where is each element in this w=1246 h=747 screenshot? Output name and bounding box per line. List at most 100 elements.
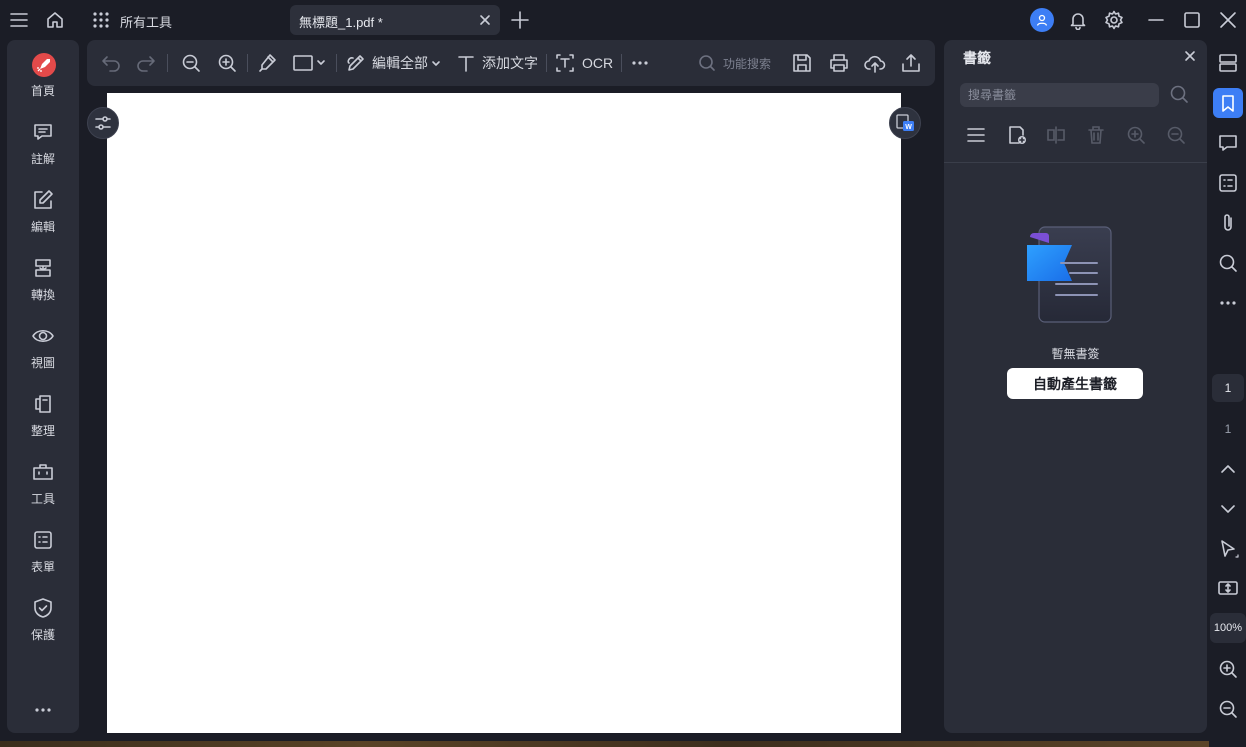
feature-search-label: 功能搜索	[723, 56, 772, 71]
nav-home[interactable]: 首頁	[7, 46, 79, 106]
comments-icon[interactable]	[1213, 128, 1243, 158]
comment-icon	[31, 120, 55, 144]
bookmark-list-icon[interactable]	[965, 124, 987, 146]
new-tab-icon[interactable]	[508, 8, 532, 32]
organize-icon	[31, 392, 55, 416]
fit-page-icon[interactable]	[1213, 574, 1243, 604]
nav-label: 工具	[30, 492, 55, 506]
next-page-icon[interactable]	[1213, 494, 1243, 524]
form-icon	[31, 528, 55, 552]
search-icon[interactable]	[1213, 248, 1243, 278]
more-dots-icon[interactable]	[1213, 288, 1243, 318]
form-fields-icon[interactable]	[1213, 168, 1243, 198]
nav-label: 保護	[30, 628, 55, 642]
panel-divider	[944, 162, 1207, 163]
total-pages: 1	[1224, 422, 1232, 436]
home-icon[interactable]	[43, 8, 67, 32]
nav-organize[interactable]: 整理	[7, 386, 79, 446]
toolbar-divider	[546, 54, 547, 72]
settings-gear-icon[interactable]	[1102, 8, 1126, 32]
close-panel-icon[interactable]	[1183, 49, 1197, 63]
zoom-level[interactable]: 100%	[1210, 613, 1246, 643]
toolbar-divider	[167, 54, 168, 72]
toolbar-divider	[247, 54, 248, 72]
shape-rectangle-dropdown[interactable]	[292, 51, 328, 75]
nav-tools[interactable]: 工具	[7, 454, 79, 514]
delete-bookmark-icon[interactable]	[1085, 124, 1107, 146]
add-text-button[interactable]: 添加文字	[456, 51, 538, 75]
share-export-icon[interactable]	[900, 51, 922, 75]
edit-all-button[interactable]: 編輯全部	[346, 51, 442, 75]
left-navigation: 首頁 註解 編輯 轉換 視圖 整理 工具 表單 保護	[7, 40, 79, 733]
nav-label: 首頁	[30, 84, 55, 98]
svg-text:W: W	[905, 124, 912, 131]
nav-edit[interactable]: 編輯	[7, 182, 79, 242]
current-page-input[interactable]: 1	[1212, 374, 1244, 402]
print-icon[interactable]	[828, 51, 850, 75]
document-viewport[interactable]: W	[87, 86, 935, 733]
shield-icon	[31, 596, 55, 620]
zoom-out-icon[interactable]	[1213, 694, 1243, 724]
nav-form[interactable]: 表單	[7, 522, 79, 582]
zoom-out-icon[interactable]	[180, 51, 202, 75]
feature-search[interactable]: 功能搜索	[697, 51, 771, 75]
save-icon[interactable]	[791, 51, 813, 75]
maximize-icon[interactable]	[1180, 8, 1204, 32]
nav-comment[interactable]: 註解	[7, 114, 79, 174]
cloud-upload-icon[interactable]	[864, 51, 886, 75]
nav-label: 整理	[30, 424, 55, 438]
close-window-icon[interactable]	[1216, 8, 1240, 32]
redo-icon[interactable]	[135, 51, 157, 75]
add-text-label: 添加文字	[482, 55, 538, 71]
title-bar: 所有工具 無標題_1.pdf *	[0, 0, 1246, 40]
ocr-button[interactable]: OCR	[554, 51, 613, 75]
rename-bookmark-icon[interactable]	[1045, 124, 1067, 146]
select-cursor-icon[interactable]	[1213, 534, 1243, 564]
desktop-background-strip	[0, 741, 1209, 747]
expand-bookmark-icon[interactable]	[1125, 124, 1147, 146]
zoom-in-icon[interactable]	[216, 51, 238, 75]
rocket-icon	[31, 52, 56, 77]
bell-icon[interactable]	[1066, 8, 1090, 32]
toolbar-divider	[336, 54, 337, 72]
more-tools-icon[interactable]	[629, 51, 651, 75]
nav-label: 註解	[30, 152, 55, 166]
empty-bookmark-illustration-icon	[1024, 223, 1114, 323]
tab-title: 無標題_1.pdf *	[299, 15, 383, 30]
nav-view[interactable]: 視圖	[7, 318, 79, 378]
more-dots-icon[interactable]	[31, 698, 55, 722]
text-icon	[458, 56, 474, 72]
undo-icon[interactable]	[100, 51, 122, 75]
toolbox-icon	[31, 460, 55, 484]
attachment-icon[interactable]	[1213, 208, 1243, 238]
auto-generate-bookmarks-button[interactable]: 自動產生書籤	[1007, 368, 1143, 399]
ocr-icon	[556, 54, 574, 72]
document-tab[interactable]: 無標題_1.pdf *	[290, 5, 500, 35]
empty-state-text: 暫無書簽	[1051, 347, 1100, 361]
toolbar-divider	[621, 54, 622, 72]
menu-icon[interactable]	[7, 8, 31, 32]
nav-protect[interactable]: 保護	[7, 590, 79, 650]
minimize-icon[interactable]	[1144, 8, 1168, 32]
pdf-to-word-icon[interactable]: W	[889, 107, 921, 139]
bookmark-icon[interactable]	[1213, 88, 1243, 118]
all-tools-link[interactable]: 所有工具	[120, 12, 172, 31]
nav-convert[interactable]: 轉換	[7, 250, 79, 310]
page-adjust-icon[interactable]	[87, 107, 119, 139]
edit-pen-icon	[347, 55, 364, 71]
collapse-bookmark-icon[interactable]	[1165, 124, 1187, 146]
add-bookmark-icon[interactable]	[1006, 124, 1028, 146]
apps-grid-icon[interactable]	[89, 8, 113, 32]
edit-all-label: 編輯全部	[372, 55, 428, 71]
bookmark-search-input[interactable]	[960, 83, 1159, 107]
search-icon[interactable]	[1169, 84, 1189, 104]
highlighter-icon[interactable]	[256, 51, 278, 75]
tab-close-icon[interactable]	[478, 13, 492, 27]
bookmark-panel: 書籤 搜尋書籤 暫無書簽 自動產生書籤	[944, 40, 1207, 733]
pdf-page[interactable]	[107, 93, 901, 733]
previous-page-icon[interactable]	[1213, 454, 1243, 484]
thumbnails-icon[interactable]	[1213, 48, 1243, 78]
user-avatar[interactable]	[1030, 8, 1054, 32]
right-sidebar: 1 1 100%	[1209, 40, 1246, 747]
zoom-in-icon[interactable]	[1213, 654, 1243, 684]
